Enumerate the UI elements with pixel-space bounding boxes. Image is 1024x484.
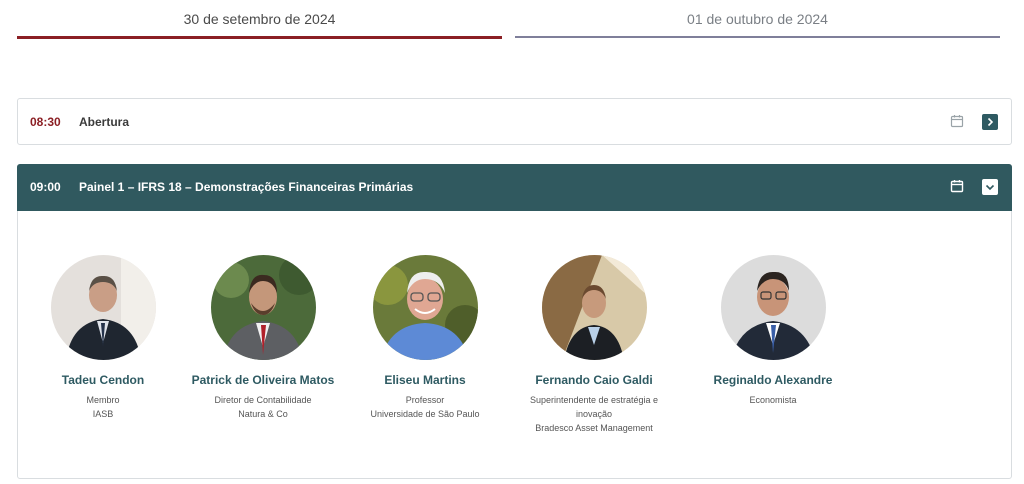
speaker-org: IASB (92, 409, 114, 419)
calendar-icon[interactable] (950, 114, 964, 128)
speaker-org: Natura & Co (238, 409, 288, 419)
date-tabs: 30 de setembro de 2024 01 de outubro de … (17, 0, 1000, 40)
speaker-avatar[interactable] (542, 255, 647, 360)
calendar-icon[interactable] (950, 179, 964, 193)
tab-day-1-underline (17, 36, 502, 39)
speaker-avatar[interactable] (721, 255, 826, 360)
session-header[interactable]: 09:00 Painel 1 – IFRS 18 – Demonstrações… (17, 164, 1012, 211)
tab-day-2[interactable]: 01 de outubro de 2024 (515, 0, 1000, 40)
speaker-info: Superintendente de estratégia e inovação… (509, 393, 679, 435)
speaker-org: Universidade de São Paulo (370, 409, 480, 419)
speaker-role: Membro (86, 395, 120, 405)
speaker-name: Eliseu Martins (384, 373, 466, 387)
speaker-name: Tadeu Cendon (61, 373, 145, 387)
speaker-info: Membro IASB (18, 393, 188, 421)
speaker-role-cont: inovação (575, 409, 613, 419)
tab-day-1[interactable]: 30 de setembro de 2024 (17, 0, 502, 40)
speaker-avatar[interactable] (373, 255, 478, 360)
speaker-role: Superintendente de estratégia e (529, 395, 659, 405)
chevron-down-icon (985, 184, 995, 191)
speaker-role: Diretor de Contabilidade (214, 395, 312, 405)
session-title: Abertura (79, 115, 130, 129)
speaker-name: Reginaldo Alexandre (713, 373, 833, 387)
session-time: 09:00 (30, 180, 61, 194)
speaker-avatar[interactable] (51, 255, 156, 360)
chevron-right-icon (987, 117, 994, 127)
speaker-org: Bradesco Asset Management (535, 423, 653, 433)
session-header[interactable]: 08:30 Abertura (18, 99, 1011, 144)
tab-day-2-label: 01 de outubro de 2024 (687, 11, 828, 27)
speaker-name: Fernando Caio Galdi (535, 373, 653, 387)
collapse-button[interactable] (982, 179, 998, 195)
session-painel-1: 09:00 Painel 1 – IFRS 18 – Demonstrações… (17, 164, 1012, 479)
expand-button[interactable] (982, 114, 998, 130)
speaker-name: Patrick de Oliveira Matos (191, 373, 335, 387)
tab-day-1-label: 30 de setembro de 2024 (183, 11, 336, 27)
speaker-info: Professor Universidade de São Paulo (340, 393, 510, 421)
speaker-role: Economista (749, 395, 797, 405)
session-time: 08:30 (30, 115, 61, 129)
speaker-role: Professor (405, 395, 445, 405)
tab-day-2-underline (515, 36, 1000, 38)
session-abertura: 08:30 Abertura (17, 98, 1012, 145)
session-title: Painel 1 – IFRS 18 – Demonstrações Finan… (79, 180, 414, 194)
speaker-info: Diretor de Contabilidade Natura & Co (178, 393, 348, 421)
speaker-avatar[interactable] (211, 255, 316, 360)
speaker-info: Economista (688, 393, 858, 407)
